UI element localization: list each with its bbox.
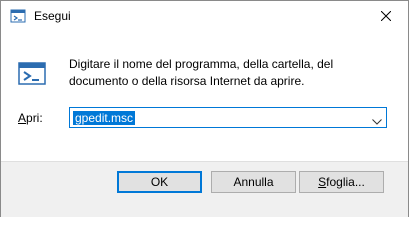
open-label: Apri: xyxy=(18,111,43,125)
open-combobox[interactable]: gpedit.msc xyxy=(69,107,387,128)
window-title: Esegui xyxy=(34,9,71,23)
ok-button[interactable]: OK xyxy=(117,171,202,193)
chevron-down-icon[interactable] xyxy=(372,114,382,125)
description-line: documento o della risorsa Internet da ap… xyxy=(69,74,305,88)
run-icon xyxy=(10,8,26,24)
title-bar[interactable]: Esegui xyxy=(1,1,408,31)
description-line: Digitare il nome del programma, della ca… xyxy=(69,57,334,71)
run-icon xyxy=(17,58,49,90)
description: Digitare il nome del programma, della ca… xyxy=(69,56,389,90)
close-button[interactable] xyxy=(363,1,408,31)
browse-label: foglia... xyxy=(326,175,365,189)
run-dialog: Esegui Digitare il nome del programma, d… xyxy=(0,0,409,217)
browse-mnemonic: S xyxy=(318,175,327,189)
open-input[interactable]: gpedit.msc xyxy=(73,111,136,125)
button-bar: OK Annulla Sfoglia... xyxy=(1,161,408,217)
open-label-mnemonic: A xyxy=(18,111,27,125)
close-icon xyxy=(380,11,391,21)
browse-button[interactable]: Sfoglia... xyxy=(299,171,384,193)
open-label-text: pri: xyxy=(26,111,43,125)
cancel-button[interactable]: Annulla xyxy=(211,171,296,193)
